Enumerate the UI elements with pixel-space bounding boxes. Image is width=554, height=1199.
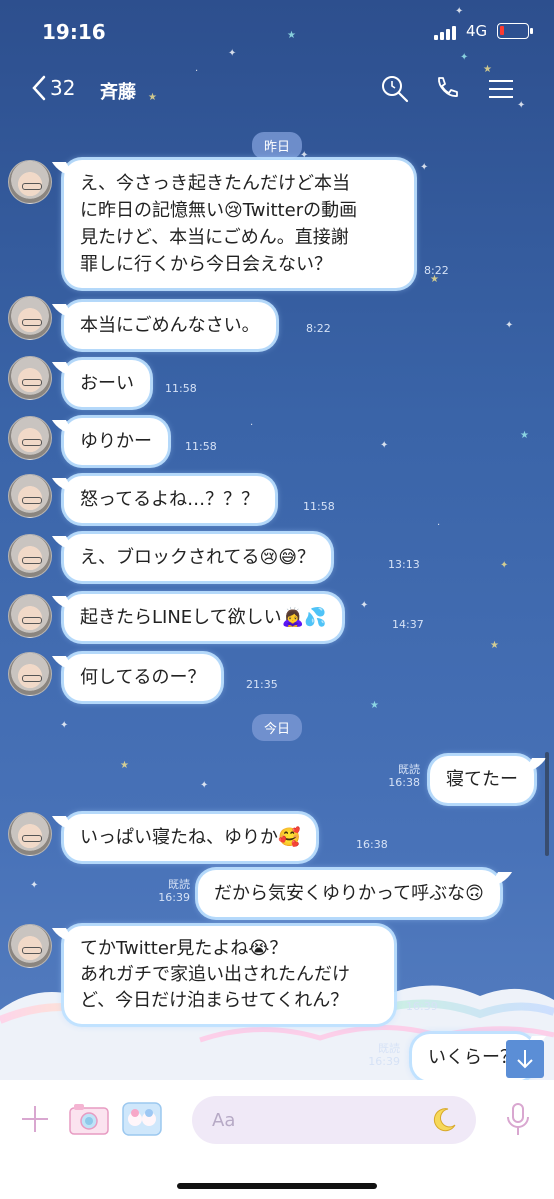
plus-icon[interactable] — [20, 1104, 50, 1134]
message-text: 怒ってるよね…？？？ — [80, 489, 260, 510]
message-text: ゆりかー — [80, 431, 152, 452]
message-line: あれガチで家追い出されたんだけ — [80, 964, 350, 985]
avatar[interactable] — [8, 652, 52, 696]
message-input[interactable] — [192, 1096, 412, 1144]
message-time: 16:38 — [356, 838, 388, 851]
message-meta: 既読 16:38 — [380, 763, 420, 789]
message-meta: 既読 16:39 — [150, 878, 190, 904]
menu-icon[interactable] — [486, 74, 516, 104]
camera-icon[interactable] — [68, 1102, 110, 1136]
date-separator-yesterday: 昨日 — [251, 132, 303, 159]
message-bubble[interactable]: え、今さっき起きたんだけど本当 に昨日の記憶無い😢Twitterの動画 見たけど… — [64, 160, 414, 288]
message-time: 14:37 — [392, 618, 424, 631]
message-bubble[interactable]: え、ブロックされてる😢😅？ — [64, 534, 331, 581]
message-bubble[interactable]: 怒ってるよね…？？？ — [64, 476, 276, 523]
phone-icon[interactable] — [432, 74, 462, 104]
scroll-to-bottom-button[interactable] — [506, 1040, 544, 1078]
avatar[interactable] — [8, 812, 52, 856]
home-indicator — [177, 1183, 377, 1189]
status-bar: 19:16 4G — [0, 0, 554, 66]
avatar[interactable] — [8, 356, 52, 400]
avatar[interactable] — [8, 924, 52, 968]
avatar[interactable] — [8, 416, 52, 460]
message-line: え、今さっき起きたんだけど本当 — [80, 173, 350, 194]
scrollbar[interactable] — [545, 752, 549, 856]
message-bubble[interactable]: 何してるのー？ — [64, 654, 222, 701]
avatar[interactable] — [8, 296, 52, 340]
message-text: だから気安くゆりかって呼ぶな🙃 — [214, 883, 484, 904]
message-time: 16:39 — [158, 891, 190, 904]
avatar[interactable] — [8, 594, 52, 638]
message-text: 本当にごめんなさい。 — [80, 315, 260, 336]
avatar[interactable] — [8, 160, 52, 204]
chevron-left-icon — [32, 75, 46, 101]
moon-emoji-icon[interactable] — [430, 1106, 458, 1134]
date-separator-today: 今日 — [251, 714, 303, 741]
status-time: 19:16 — [42, 20, 106, 44]
message-time: 16:39 — [406, 1000, 438, 1013]
chat-header: 32 斉藤 — [0, 66, 554, 114]
message-time: 21:35 — [246, 678, 278, 691]
signal-icon — [434, 24, 456, 40]
microphone-icon[interactable] — [504, 1102, 532, 1138]
message-bubble[interactable]: いっぱい寝たね、ゆりか🥰 — [64, 814, 317, 861]
message-line: 見たけど、本当にごめん。直接謝 — [80, 227, 349, 248]
message-meta: 既読 16:39 — [360, 1042, 400, 1068]
network-type: 4G — [466, 22, 488, 40]
message-input-wrapper — [192, 1096, 476, 1144]
message-bubble[interactable]: おーい — [64, 360, 150, 407]
message-time: 11:58 — [303, 500, 335, 513]
search-icon[interactable] — [380, 74, 410, 104]
message-time: 16:39 — [368, 1055, 400, 1068]
message-bubble[interactable]: 起きたらLINEして欲しい🙇‍♀️💦 — [64, 594, 343, 641]
unread-count: 32 — [50, 76, 76, 100]
message-time: 13:13 — [388, 558, 420, 571]
message-text: 何してるのー？ — [80, 667, 206, 688]
message-text: え、ブロックされてる😢😅？ — [80, 547, 315, 568]
input-bar — [0, 1080, 554, 1199]
sticker-icon[interactable] — [122, 1102, 162, 1136]
read-receipt: 既読 — [398, 763, 420, 776]
avatar[interactable] — [8, 534, 52, 578]
message-text: 寝てたー — [446, 769, 518, 790]
message-time: 16:38 — [388, 776, 420, 789]
back-button[interactable]: 32 — [30, 74, 75, 102]
message-line: ど、今日だけ泊まらせてくれん？ — [80, 990, 349, 1011]
message-text: おーい — [80, 373, 134, 394]
message-bubble[interactable]: 寝てたー — [430, 756, 534, 803]
message-time: 8:22 — [306, 322, 331, 335]
message-text: いっぱい寝たね、ゆりか🥰 — [80, 827, 301, 848]
contact-name: 斉藤 — [100, 82, 136, 103]
arrow-down-icon — [517, 1050, 533, 1069]
message-text: 起きたらLINEして欲しい🙇‍♀️💦 — [80, 607, 327, 628]
battery-icon — [497, 23, 533, 39]
message-line: てかTwitter見たよね😭？ — [80, 938, 288, 959]
message-bubble[interactable]: てかTwitter見たよね😭？ あれガチで家追い出されたんだけ ど、今日だけ泊ま… — [64, 926, 394, 1024]
read-receipt: 既読 — [378, 1042, 400, 1055]
avatar[interactable] — [8, 474, 52, 518]
message-bubble[interactable]: だから気安くゆりかって呼ぶな🙃 — [198, 870, 500, 917]
message-line: に昨日の記憶無い😢Twitterの動画 — [80, 200, 358, 221]
message-time: 11:58 — [185, 440, 217, 453]
message-bubble[interactable]: 本当にごめんなさい。 — [64, 302, 276, 349]
message-bubble[interactable]: ゆりかー — [64, 418, 168, 465]
read-receipt: 既読 — [168, 878, 190, 891]
message-time: 11:58 — [165, 382, 197, 395]
message-text: いくらー？ — [428, 1047, 518, 1068]
message-time: 8:22 — [424, 264, 449, 277]
message-line: 罪しに行くから今日会えない？ — [80, 254, 332, 275]
